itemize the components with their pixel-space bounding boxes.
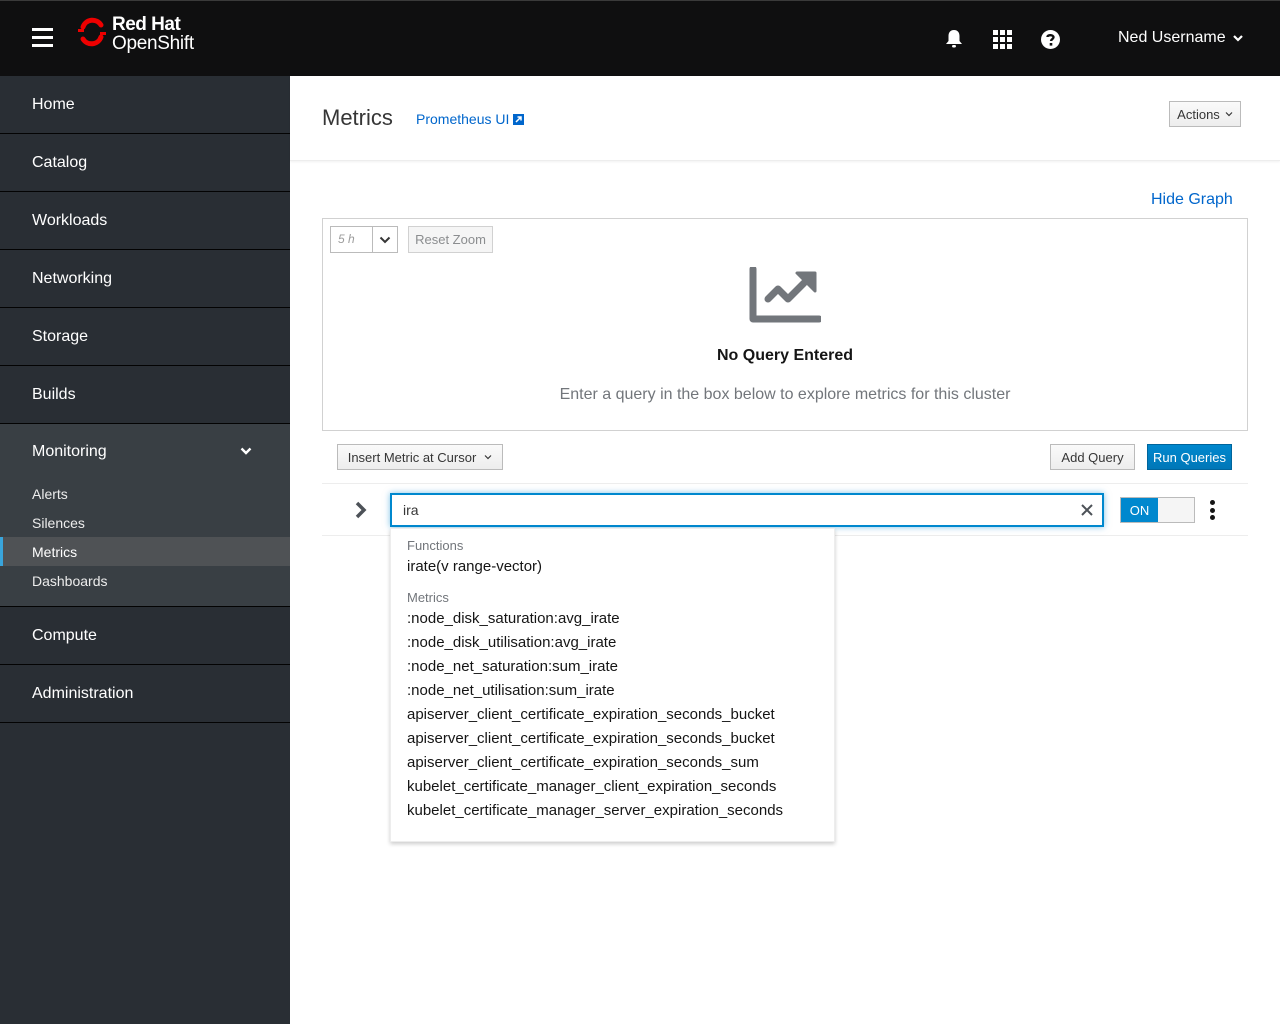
- graph-panel: 5 h Reset Zoom No Query Entered Enter a …: [322, 218, 1248, 431]
- autocomplete-item[interactable]: apiserver_client_certificate_expiration_…: [407, 703, 834, 727]
- chevron-down-icon: [1225, 112, 1233, 117]
- sidebar-item-monitoring[interactable]: Monitoring: [0, 424, 290, 479]
- autocomplete-group-header: Functions: [407, 538, 464, 553]
- time-span-select[interactable]: 5 h: [330, 226, 398, 253]
- autocomplete-item[interactable]: kubelet_certificate_manager_client_expir…: [407, 775, 834, 799]
- hide-graph-link[interactable]: Hide Graph: [1151, 191, 1233, 209]
- sidebar-item-catalog[interactable]: Catalog: [0, 134, 290, 192]
- insert-metric-label: Insert Metric at Cursor: [347, 449, 477, 465]
- chevron-down-icon: [484, 455, 492, 460]
- page-title: Metrics: [322, 105, 393, 130]
- sidebar-subitem-silences[interactable]: Silences: [0, 508, 290, 537]
- chevron-down-icon: [240, 447, 252, 455]
- sidebar-item-label: Builds: [32, 385, 76, 403]
- autocomplete-item[interactable]: :node_disk_utilisation:avg_irate: [407, 631, 834, 655]
- user-name: Ned Username: [1118, 29, 1226, 46]
- kebab-menu-icon[interactable]: [1208, 500, 1216, 520]
- sidebar-subitem-label: Metrics: [32, 543, 78, 560]
- chevron-down-icon: [1232, 35, 1243, 42]
- sidebar-section-monitoring: Monitoring Alerts Silences Metrics Dashb…: [0, 424, 290, 607]
- chart-area-icon: [749, 267, 821, 323]
- query-input[interactable]: [392, 495, 1062, 525]
- query-input-wrapper: [390, 493, 1104, 527]
- sidebar-subitem-label: Silences: [32, 514, 85, 531]
- sidebar-item-builds[interactable]: Builds: [0, 366, 290, 424]
- bell-icon[interactable]: [943, 28, 965, 50]
- sidebar-item-label: Workloads: [32, 211, 108, 229]
- toggle-on-label: ON: [1121, 498, 1158, 522]
- sidebar-item-home[interactable]: Home: [0, 76, 290, 134]
- main-content: Metrics Prometheus UI Actions Hide Graph…: [290, 76, 1280, 1024]
- empty-state-message: Enter a query in the box below to explor…: [559, 386, 1011, 403]
- chevron-down-icon: [379, 236, 391, 243]
- autocomplete-item[interactable]: kubelet_certificate_manager_server_expir…: [407, 799, 834, 823]
- sidebar-subitem-label: Alerts: [32, 485, 68, 502]
- chevron-right-icon[interactable]: [354, 500, 368, 520]
- sidebar-item-label: Administration: [32, 684, 134, 702]
- query-enable-toggle[interactable]: ON: [1120, 497, 1195, 523]
- sidebar-subitem-alerts[interactable]: Alerts: [0, 479, 290, 508]
- time-span-dropdown-toggle[interactable]: [371, 227, 397, 252]
- sidebar-item-label: Networking: [32, 269, 113, 287]
- close-icon[interactable]: [1080, 503, 1094, 517]
- sidebar-subitem-dashboards[interactable]: Dashboards: [0, 566, 290, 595]
- autocomplete-item[interactable]: apiserver_client_certificate_expiration_…: [407, 727, 834, 751]
- sidebar-item-storage[interactable]: Storage: [0, 308, 290, 366]
- autocomplete-item[interactable]: :node_disk_saturation:avg_irate: [407, 607, 834, 631]
- sidebar-item-networking[interactable]: Networking: [0, 250, 290, 308]
- autocomplete-item[interactable]: irate(v range-vector): [407, 555, 834, 579]
- query-toolbar: Insert Metric at Cursor Add Query Run Qu…: [322, 431, 1248, 484]
- insert-metric-dropdown[interactable]: Insert Metric at Cursor: [337, 444, 503, 470]
- masthead: Red Hat OpenShift Ned Username: [0, 0, 1280, 76]
- external-link-icon: [513, 113, 525, 125]
- reset-zoom-button[interactable]: Reset Zoom: [408, 226, 493, 253]
- sidebar-item-workloads[interactable]: Workloads: [0, 192, 290, 250]
- time-span-value[interactable]: 5 h: [331, 227, 372, 252]
- brand-line2: OpenShift: [112, 33, 194, 54]
- autocomplete-item[interactable]: :node_net_saturation:sum_irate: [407, 655, 834, 679]
- sidebar-item-label: Compute: [32, 626, 97, 644]
- user-menu[interactable]: Ned Username: [1118, 29, 1243, 47]
- sidebar-subitem-label: Dashboards: [32, 572, 108, 589]
- sidebar-item-label: Storage: [32, 327, 89, 345]
- sidebar-nav: Home Catalog Workloads Networking Storag…: [0, 76, 290, 1024]
- brand-logo[interactable]: Red Hat OpenShift: [77, 15, 194, 63]
- autocomplete-item[interactable]: apiserver_client_certificate_expiration_…: [407, 751, 834, 775]
- actions-dropdown[interactable]: Actions: [1169, 101, 1241, 127]
- sidebar-item-label: Catalog: [32, 153, 88, 171]
- actions-label: Actions: [1177, 106, 1220, 122]
- sidebar-item-compute[interactable]: Compute: [0, 607, 290, 665]
- page-header: Metrics Prometheus UI Actions: [290, 76, 1280, 161]
- autocomplete-group-header: Metrics: [407, 590, 449, 605]
- autocomplete-item[interactable]: :node_net_utilisation:sum_irate: [407, 679, 834, 703]
- help-icon[interactable]: [1039, 28, 1061, 50]
- sidebar-subitem-metrics[interactable]: Metrics: [0, 537, 290, 566]
- hamburger-icon[interactable]: [32, 28, 53, 47]
- add-query-button[interactable]: Add Query: [1050, 444, 1135, 470]
- prometheus-ui-link[interactable]: Prometheus UI: [416, 111, 525, 127]
- prometheus-ui-link-label: Prometheus UI: [416, 111, 510, 127]
- run-queries-button[interactable]: Run Queries: [1147, 444, 1232, 470]
- sidebar-item-label: Monitoring: [32, 442, 107, 460]
- sidebar-item-label: Home: [32, 95, 75, 113]
- sidebar-item-administration[interactable]: Administration: [0, 665, 290, 723]
- openshift-logo-icon: [78, 17, 106, 47]
- app-launcher-grid-icon[interactable]: [991, 28, 1013, 50]
- empty-state-title: No Query Entered: [716, 347, 854, 364]
- autocomplete-dropdown: Functions irate(v range-vector) Metrics …: [390, 528, 835, 842]
- brand-line1: Red Hat: [112, 14, 181, 35]
